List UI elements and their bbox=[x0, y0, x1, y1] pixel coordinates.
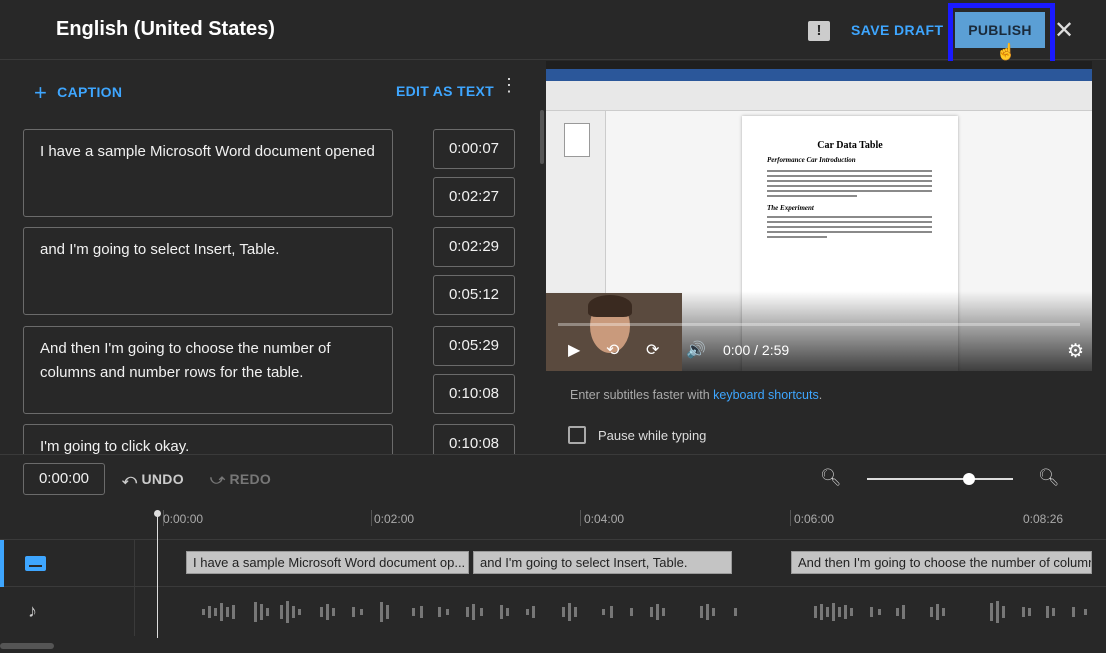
pause-while-typing-label: Pause while typing bbox=[598, 428, 707, 443]
cue-end-time[interactable]: 0:10:08 bbox=[433, 374, 515, 414]
ruler-label: 0:02:00 bbox=[374, 512, 415, 526]
cue-text-field[interactable]: And then I'm going to choose the number … bbox=[23, 326, 393, 414]
undo-button[interactable]: ⤺ UNDO bbox=[122, 471, 184, 488]
close-icon[interactable]: ✕ bbox=[1054, 16, 1074, 45]
document-heading: The Experiment bbox=[767, 204, 814, 212]
keyboard-shortcuts-link[interactable]: keyboard shortcuts bbox=[713, 388, 819, 402]
presenter-hair bbox=[588, 295, 632, 317]
video-progress-bar[interactable] bbox=[558, 323, 1080, 326]
text-line bbox=[767, 236, 827, 238]
redo-icon: ⤻ bbox=[210, 471, 230, 487]
text-line bbox=[767, 185, 932, 187]
video-timecode: 0:00 / 2:59 bbox=[723, 342, 790, 358]
timeline-scrollbar[interactable] bbox=[0, 643, 54, 649]
redo-label: REDO bbox=[229, 471, 272, 487]
undo-label: UNDO bbox=[141, 471, 184, 487]
add-caption-button[interactable]: + CAPTION bbox=[34, 80, 122, 106]
text-line bbox=[767, 190, 932, 192]
playhead[interactable] bbox=[157, 514, 158, 638]
track-divider bbox=[134, 540, 135, 636]
cue-text-field[interactable]: I have a sample Microsoft Word document … bbox=[23, 129, 393, 217]
forward-10-icon[interactable]: ⟳ bbox=[646, 340, 659, 360]
pause-while-typing-checkbox[interactable] bbox=[568, 426, 586, 444]
word-titlebar bbox=[546, 69, 1092, 81]
page-thumbnail bbox=[564, 123, 590, 157]
caption-segment[interactable]: and I'm going to select Insert, Table. bbox=[473, 551, 732, 574]
page-title: English (United States) bbox=[56, 18, 275, 40]
volume-icon[interactable]: 🔊 bbox=[686, 340, 706, 360]
cue-list: I have a sample Microsoft Word document … bbox=[0, 120, 540, 454]
ruler-tick bbox=[580, 510, 581, 526]
document-heading: Performance Car Introduction bbox=[767, 156, 856, 164]
document-title: Car Data Table bbox=[817, 140, 883, 151]
subtitles-track-icon bbox=[25, 556, 46, 571]
text-line bbox=[767, 221, 932, 223]
track-selected-indicator bbox=[0, 540, 4, 587]
zoom-in-icon[interactable]: 🔍︎ bbox=[1038, 468, 1060, 488]
text-line bbox=[767, 231, 932, 233]
feedback-icon[interactable] bbox=[808, 21, 830, 41]
cue-end-time[interactable]: 0:05:12 bbox=[433, 275, 515, 315]
video-preview[interactable]: Car Data Table Performance Car Introduct… bbox=[546, 61, 1092, 371]
save-draft-button[interactable]: SAVE DRAFT bbox=[851, 22, 943, 38]
text-line bbox=[767, 170, 932, 172]
caption-segment[interactable]: And then I'm going to choose the number … bbox=[791, 551, 1092, 574]
hint-prefix: Enter subtitles faster with bbox=[570, 388, 714, 402]
zoom-slider-track[interactable] bbox=[867, 478, 1013, 480]
text-line bbox=[767, 216, 932, 218]
cue-text-field[interactable]: I'm going to click okay. bbox=[23, 424, 393, 454]
zoom-out-icon[interactable]: 🔍︎ bbox=[820, 468, 842, 488]
timecode-input[interactable]: 0:00:00 bbox=[23, 463, 105, 495]
cue-text-field[interactable]: and I'm going to select Insert, Table. bbox=[23, 227, 393, 315]
play-icon[interactable]: ▶ bbox=[568, 340, 580, 360]
word-ribbon bbox=[546, 81, 1092, 111]
more-options-icon[interactable]: ⋮ bbox=[500, 76, 518, 94]
ruler-label: 0:06:00 bbox=[794, 512, 835, 526]
cue-start-time[interactable]: 0:05:29 bbox=[433, 326, 515, 366]
text-line bbox=[767, 180, 932, 182]
shortcut-hint: Enter subtitles faster with keyboard sho… bbox=[570, 388, 822, 402]
music-note-icon: ♪ bbox=[28, 601, 37, 621]
ruler-tick bbox=[371, 510, 372, 526]
ruler-label: 0:08:26 bbox=[1023, 512, 1064, 526]
rewind-10-icon[interactable]: ⟲ bbox=[606, 340, 619, 360]
cue-list-scrollbar[interactable] bbox=[540, 110, 544, 164]
text-line bbox=[767, 195, 857, 197]
hand-cursor-icon: ☝ bbox=[996, 44, 1016, 61]
add-caption-label: CAPTION bbox=[57, 84, 123, 100]
gear-icon[interactable]: ⚙ bbox=[1067, 340, 1084, 363]
cue-start-time[interactable]: 0:00:07 bbox=[433, 129, 515, 169]
plus-icon: + bbox=[34, 80, 48, 105]
edit-as-text-button[interactable]: EDIT AS TEXT bbox=[396, 83, 494, 99]
menu-bar bbox=[546, 61, 1092, 69]
undo-icon: ⤺ bbox=[122, 471, 142, 487]
ruler-tick bbox=[790, 510, 791, 526]
caption-segment[interactable]: I have a sample Microsoft Word document … bbox=[186, 551, 469, 574]
cue-start-time[interactable]: 0:10:08 bbox=[433, 424, 515, 454]
cue-end-time[interactable]: 0:02:27 bbox=[433, 177, 515, 217]
text-line bbox=[767, 175, 932, 177]
text-line bbox=[767, 226, 932, 228]
cue-start-time[interactable]: 0:02:29 bbox=[433, 227, 515, 267]
audio-waveform bbox=[202, 601, 1087, 623]
hint-suffix: . bbox=[818, 388, 823, 402]
ruler-label: 0:00:00 bbox=[163, 512, 204, 526]
ruler-label: 0:04:00 bbox=[584, 512, 625, 526]
redo-button[interactable]: ⤻ REDO bbox=[210, 471, 271, 488]
